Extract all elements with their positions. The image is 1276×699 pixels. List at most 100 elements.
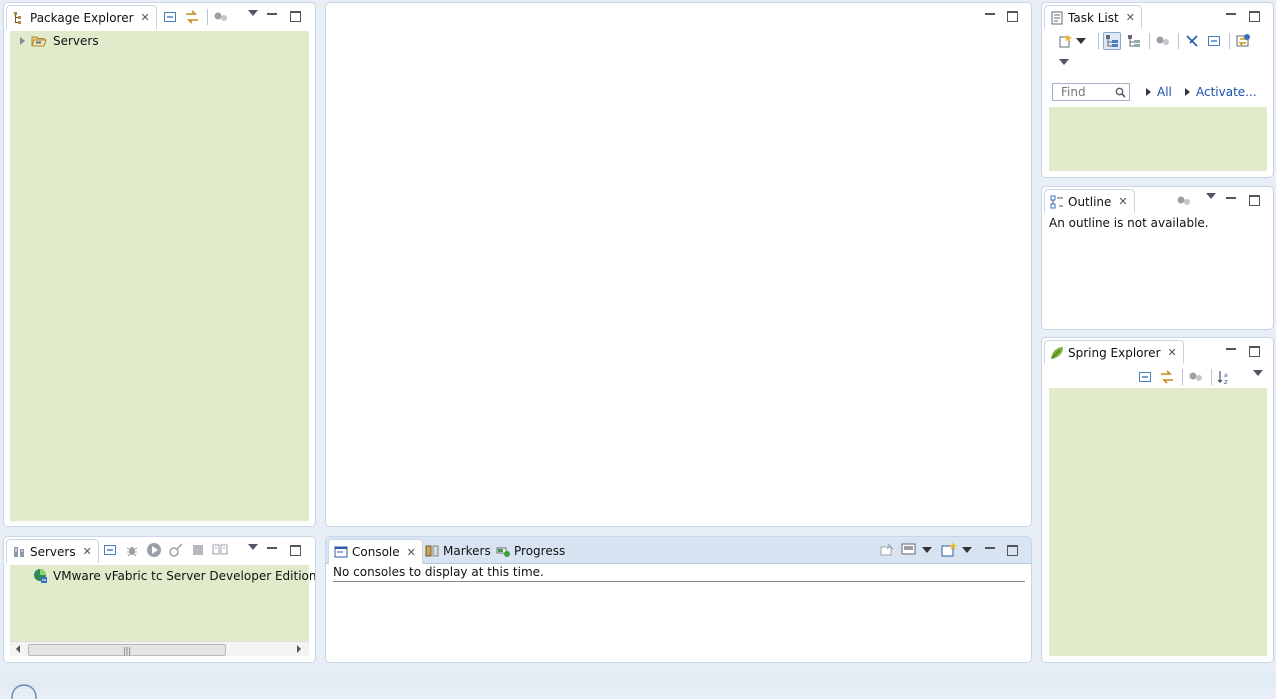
task-list-view: Task List ✕ Find All Activate... xyxy=(1041,2,1274,178)
scroll-right-icon[interactable] xyxy=(297,645,301,653)
profile-icon[interactable] xyxy=(167,541,185,559)
synchronize-icon[interactable] xyxy=(1234,32,1252,50)
find-input[interactable]: Find xyxy=(1052,83,1130,101)
maximize-icon[interactable] xyxy=(1249,195,1260,206)
server-item[interactable]: VMware vFabric tc Server Developer Editi… xyxy=(32,568,316,584)
maximize-icon[interactable] xyxy=(1007,11,1018,22)
collapse-all-icon[interactable] xyxy=(1136,368,1154,386)
open-console-icon[interactable] xyxy=(940,541,958,559)
collapse-all-icon[interactable] xyxy=(101,541,119,559)
tab-progress-label: Progress xyxy=(514,544,566,558)
tree-item-servers[interactable]: Servers xyxy=(20,34,99,48)
view-menu-chevron-down-icon[interactable] xyxy=(1059,59,1069,65)
close-icon[interactable]: ✕ xyxy=(1168,347,1177,358)
focus-icon[interactable] xyxy=(1187,368,1205,386)
link-with-editor-icon[interactable] xyxy=(183,8,201,26)
server-label: VMware vFabric tc Server Developer Editi… xyxy=(53,569,316,583)
find-placeholder: Find xyxy=(1061,85,1086,99)
minimize-icon[interactable] xyxy=(267,13,277,15)
console-tabbar: Console ✕ Markers Progress xyxy=(326,537,1031,564)
tab-progress[interactable]: Progress xyxy=(491,539,571,563)
close-icon[interactable]: ✕ xyxy=(1118,196,1127,207)
minimize-icon[interactable] xyxy=(985,547,995,549)
package-explorer-tree: Servers xyxy=(10,31,309,521)
package-explorer-toolbar xyxy=(161,8,234,26)
display-selected-console-icon[interactable] xyxy=(900,541,918,559)
toolbar-separator xyxy=(1211,369,1212,385)
scrollbar-thumb[interactable]: ||| xyxy=(28,644,226,656)
categorized-icon[interactable] xyxy=(1103,32,1121,50)
toolbar-separator xyxy=(1149,33,1150,49)
open-console-dropdown-icon[interactable] xyxy=(962,547,972,553)
activate-link[interactable]: Activate... xyxy=(1196,85,1257,99)
minimize-icon[interactable] xyxy=(267,547,277,549)
package-explorer-icon xyxy=(14,11,21,24)
progress-icon xyxy=(496,547,510,557)
maximize-icon[interactable] xyxy=(1249,11,1260,22)
package-explorer-title: Package Explorer xyxy=(30,10,134,25)
caret-right-icon xyxy=(1146,88,1151,96)
tab-package-explorer[interactable]: Package Explorer ✕ xyxy=(6,5,157,29)
close-icon[interactable]: ✕ xyxy=(83,546,92,557)
focus-icon[interactable] xyxy=(212,8,230,26)
debug-icon[interactable] xyxy=(123,541,141,559)
view-menu-chevron-down-icon[interactable] xyxy=(248,544,258,550)
scheduled-icon[interactable] xyxy=(1125,32,1143,50)
tab-servers[interactable]: Servers ✕ xyxy=(6,539,99,563)
pin-console-icon[interactable] xyxy=(878,541,896,559)
task-list-icon xyxy=(1051,11,1063,24)
package-explorer-view: Package Explorer ✕ Servers xyxy=(3,2,316,527)
collapse-all-icon[interactable] xyxy=(161,8,179,26)
tab-markers[interactable]: Markers xyxy=(420,539,497,563)
fast-view-icon[interactable] xyxy=(10,681,46,699)
start-server-icon[interactable] xyxy=(145,541,163,559)
tab-console[interactable]: Console ✕ xyxy=(328,539,423,564)
minimize-icon[interactable] xyxy=(1226,197,1236,199)
new-task-icon[interactable] xyxy=(1056,32,1074,50)
maximize-icon[interactable] xyxy=(290,11,301,22)
link-with-editor-icon[interactable] xyxy=(1158,368,1176,386)
maximize-icon[interactable] xyxy=(290,545,301,556)
horizontal-scrollbar[interactable]: ||| xyxy=(10,641,309,656)
servers-list: VMware vFabric tc Server Developer Editi… xyxy=(10,565,315,641)
view-menu-chevron-down-icon[interactable] xyxy=(1206,193,1216,199)
toolbar-separator xyxy=(1229,33,1230,49)
maximize-icon[interactable] xyxy=(1007,545,1018,556)
publish-icon[interactable] xyxy=(211,541,229,559)
close-icon[interactable]: ✕ xyxy=(407,547,416,558)
display-console-dropdown-icon[interactable] xyxy=(922,547,932,553)
expand-icon[interactable] xyxy=(20,37,25,45)
tab-task-list[interactable]: Task List ✕ xyxy=(1044,5,1142,29)
tab-spring-explorer[interactable]: Spring Explorer ✕ xyxy=(1044,340,1184,364)
stop-server-icon[interactable] xyxy=(189,541,207,559)
view-menu-chevron-down-icon[interactable] xyxy=(1253,370,1263,376)
tab-outline[interactable]: Outline ✕ xyxy=(1044,189,1135,213)
view-menu-chevron-down-icon[interactable] xyxy=(248,10,258,16)
focus-icon[interactable] xyxy=(1175,192,1193,210)
svg-text:z: z xyxy=(1224,378,1228,385)
new-task-dropdown-icon[interactable] xyxy=(1076,38,1086,44)
collapse-all-icon[interactable] xyxy=(1205,32,1223,50)
servers-icon xyxy=(14,546,24,557)
minimize-icon[interactable] xyxy=(1226,348,1236,350)
close-icon[interactable]: ✕ xyxy=(141,12,150,23)
spring-leaf-icon xyxy=(1051,346,1063,359)
status-bar xyxy=(0,671,1276,699)
console-toolbar xyxy=(878,541,982,559)
filter-activate[interactable]: Activate... xyxy=(1185,85,1257,99)
focus-icon[interactable] xyxy=(1154,32,1172,50)
task-list-content xyxy=(1049,107,1267,171)
close-icon[interactable]: ✕ xyxy=(1126,12,1135,23)
hide-completed-icon[interactable] xyxy=(1183,32,1201,50)
filter-all[interactable]: All xyxy=(1146,85,1172,99)
filter-all-link[interactable]: All xyxy=(1157,85,1172,99)
minimize-icon[interactable] xyxy=(985,13,995,15)
scroll-left-icon[interactable] xyxy=(16,645,20,653)
maximize-icon[interactable] xyxy=(1249,346,1260,357)
spring-explorer-view: Spring Explorer ✕ az xyxy=(1041,337,1274,663)
folder-open-icon xyxy=(31,36,47,47)
sort-icon[interactable]: az xyxy=(1216,368,1234,386)
search-icon xyxy=(1115,87,1126,98)
minimize-icon[interactable] xyxy=(1226,13,1236,15)
console-message: No consoles to display at this time. xyxy=(333,565,1025,582)
